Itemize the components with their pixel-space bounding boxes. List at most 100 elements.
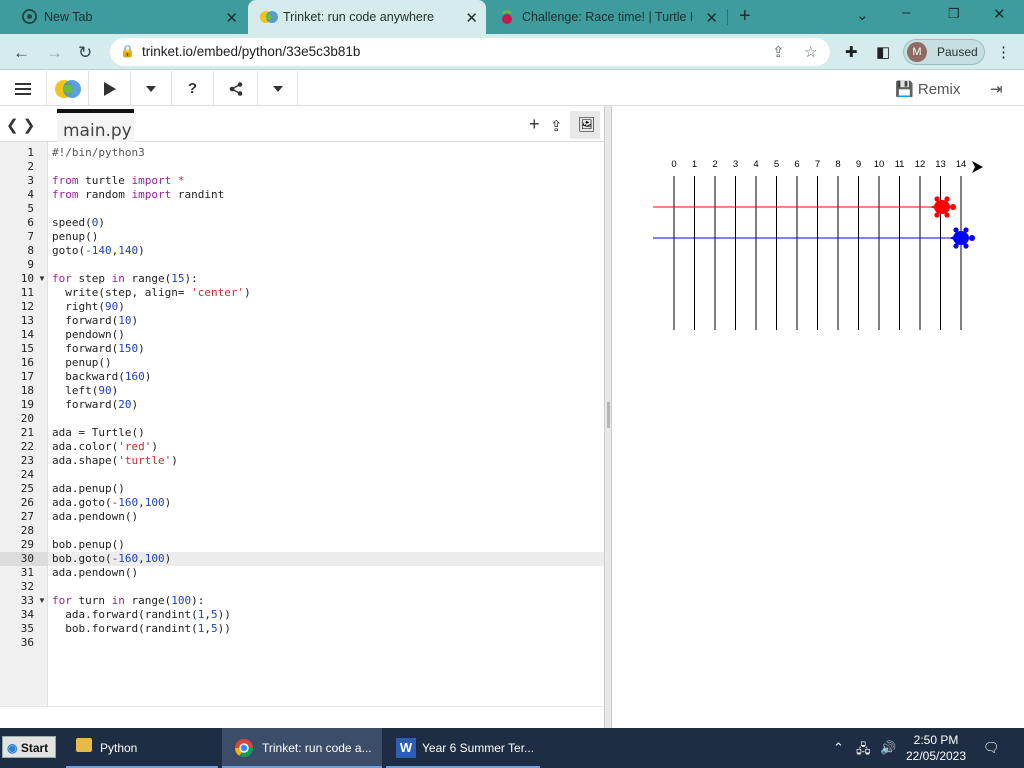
code-line[interactable]: ada.pendown() <box>52 510 138 524</box>
tab-search-chevron-icon[interactable]: ⌄ <box>856 6 869 24</box>
code-line[interactable]: write(step, align= 'center') <box>52 286 250 300</box>
new-tab-button[interactable]: + <box>739 5 751 28</box>
pane-divider[interactable] <box>604 106 612 728</box>
tab-challenge[interactable]: Challenge: Race time! | Turtle Ra ✕ <box>488 0 726 34</box>
code-line[interactable]: backward(160) <box>52 370 151 384</box>
code-line[interactable]: from turtle import * <box>52 174 184 188</box>
code-line[interactable]: from random import randint <box>52 188 224 202</box>
back-arrow-icon[interactable]: ← <box>13 43 30 63</box>
upload-icon[interactable]: ⇪ <box>550 117 563 135</box>
code-line[interactable]: ada = Turtle() <box>52 426 145 440</box>
trinket-icon <box>260 10 278 27</box>
tab-title: Challenge: Race time! | Turtle Ra <box>522 10 692 24</box>
share-icon[interactable]: ⇪ <box>772 43 785 61</box>
remix-label: Remix <box>917 81 961 98</box>
image-library-button[interactable]: 🖼 <box>570 111 600 139</box>
turtle-canvas[interactable]: 0 1 2 3 4 5 6 7 8 9 10 11 12 13 14 <box>612 106 1024 728</box>
taskbar-item-trinket[interactable]: Trinket: run code a... <box>222 728 382 768</box>
code-line[interactable]: ada.penup() <box>52 482 125 496</box>
side-panel-icon[interactable]: ◧ <box>876 43 890 61</box>
bookmark-star-icon[interactable]: ☆ <box>804 43 817 61</box>
taskbar-item-label: Python <box>100 741 138 755</box>
url-text[interactable]: trinket.io/embed/python/33e5c3b81b <box>142 44 360 59</box>
navigate-files-arrows-icon[interactable]: ❮ ❯ <box>6 116 35 134</box>
drawing-turtle-arrow-icon <box>972 161 983 173</box>
extensions-puzzle-icon[interactable]: ✚ <box>845 43 858 61</box>
code-line[interactable]: left(90) <box>52 384 118 398</box>
code-line[interactable]: penup() <box>52 230 98 244</box>
code-line[interactable]: ada.forward(randint(1,5)) <box>52 608 231 622</box>
clock-time: 2:50 PM <box>913 733 959 747</box>
track-number-label: 2 <box>712 159 717 170</box>
drag-handle[interactable] <box>607 402 610 428</box>
code-line[interactable]: ada.pendown() <box>52 566 138 580</box>
code-line[interactable]: penup() <box>52 356 111 370</box>
track-number-label: 5 <box>774 159 779 170</box>
login-icon[interactable]: ⇥ <box>990 80 1003 98</box>
trinket-logo[interactable] <box>47 71 89 106</box>
tab-trinket[interactable]: Trinket: run code anywhere ✕ <box>248 0 486 34</box>
remix-button[interactable]: 💾 Remix <box>895 80 960 98</box>
trinket-toolbar: ? 💾 Remix ⇥ <box>0 71 1024 106</box>
code-line[interactable]: ada.shape('turtle') <box>52 454 178 468</box>
file-tab-main[interactable]: main.py <box>57 109 134 142</box>
code-line[interactable]: bob.penup() <box>52 538 125 552</box>
notifications-icon[interactable]: 🗨 <box>983 740 1000 756</box>
clock-date: 22/05/2023 <box>905 749 967 763</box>
code-line[interactable]: ada.color('red') <box>52 440 158 454</box>
chrome-icon <box>234 738 254 761</box>
track-number-label: 13 <box>935 159 946 170</box>
run-button[interactable] <box>89 71 131 106</box>
hamburger-menu-icon[interactable] <box>0 71 47 106</box>
code-line[interactable]: for turn in range(100): <box>52 594 204 608</box>
taskbar-item-label: Year 6 Summer Ter... <box>422 741 535 755</box>
menu-kebab-icon[interactable]: ⋮ <box>996 43 1011 61</box>
help-button[interactable]: ? <box>172 71 214 106</box>
code-line[interactable]: forward(10) <box>52 314 138 328</box>
start-label: Start <box>20 741 49 755</box>
code-line[interactable]: forward(150) <box>52 342 145 356</box>
close-icon[interactable]: ✕ <box>705 9 718 27</box>
horizontal-scrollbar[interactable] <box>0 706 604 728</box>
reload-icon[interactable]: ↻ <box>78 43 92 63</box>
close-window-button[interactable]: ✕ <box>993 5 1006 23</box>
code-line[interactable]: bob.goto(-160,100) <box>52 552 171 566</box>
track-number-label: 7 <box>815 159 820 170</box>
code-line[interactable]: pendown() <box>52 328 125 342</box>
code-line[interactable]: goto(-140,140) <box>52 244 145 258</box>
minimize-button[interactable]: – <box>902 4 910 21</box>
track-number-label: 12 <box>915 159 926 170</box>
profile-button[interactable]: M Paused <box>903 39 985 65</box>
code-line[interactable]: bob.forward(randint(1,5)) <box>52 622 231 636</box>
tab-separator <box>727 9 728 25</box>
image-icon: 🖼 <box>578 116 596 132</box>
show-hidden-icons-chevron-icon[interactable]: ⌃ <box>833 740 844 756</box>
forward-arrow-icon[interactable]: → <box>46 43 63 63</box>
omnibox[interactable]: 🔒 trinket.io/embed/python/33e5c3b81b ⇪ ☆ <box>110 38 830 66</box>
track-number-label: 11 <box>895 159 905 170</box>
close-icon[interactable]: ✕ <box>225 9 238 27</box>
taskbar-item-word[interactable]: W Year 6 Summer Ter... <box>386 728 540 768</box>
code-line[interactable]: speed(0) <box>52 216 105 230</box>
network-icon[interactable]: 🖧 <box>856 740 871 762</box>
start-button[interactable]: ◉ Start <box>2 736 56 758</box>
close-icon[interactable]: ✕ <box>465 9 478 27</box>
restore-button[interactable]: ❐ <box>948 6 960 22</box>
code-area[interactable]: #!/bin/python3 from turtle import * from r… <box>0 142 604 706</box>
tab-new-tab[interactable]: New Tab ✕ <box>8 0 246 34</box>
system-clock[interactable]: 2:50 PM 22/05/2023 <box>900 732 972 764</box>
folder-icon <box>76 738 92 752</box>
share-dropdown-icon[interactable] <box>258 71 298 106</box>
code-line[interactable]: forward(20) <box>52 398 138 412</box>
taskbar-item-python[interactable]: Python <box>66 728 218 768</box>
add-file-icon[interactable]: + <box>529 114 540 135</box>
code-line[interactable]: right(90) <box>52 300 125 314</box>
save-disk-icon: 💾 <box>895 81 914 98</box>
code-line[interactable]: for step in range(15): <box>52 272 198 286</box>
volume-icon[interactable]: 🔊 <box>880 740 896 756</box>
run-options-dropdown-icon[interactable] <box>131 71 172 106</box>
code-line[interactable]: #!/bin/python3 <box>52 146 145 160</box>
share-icon[interactable] <box>214 71 258 106</box>
code-line[interactable]: ada.goto(-160,100) <box>52 496 171 510</box>
browser-tab-strip: New Tab ✕ Trinket: run code anywhere ✕ C… <box>0 0 1024 34</box>
